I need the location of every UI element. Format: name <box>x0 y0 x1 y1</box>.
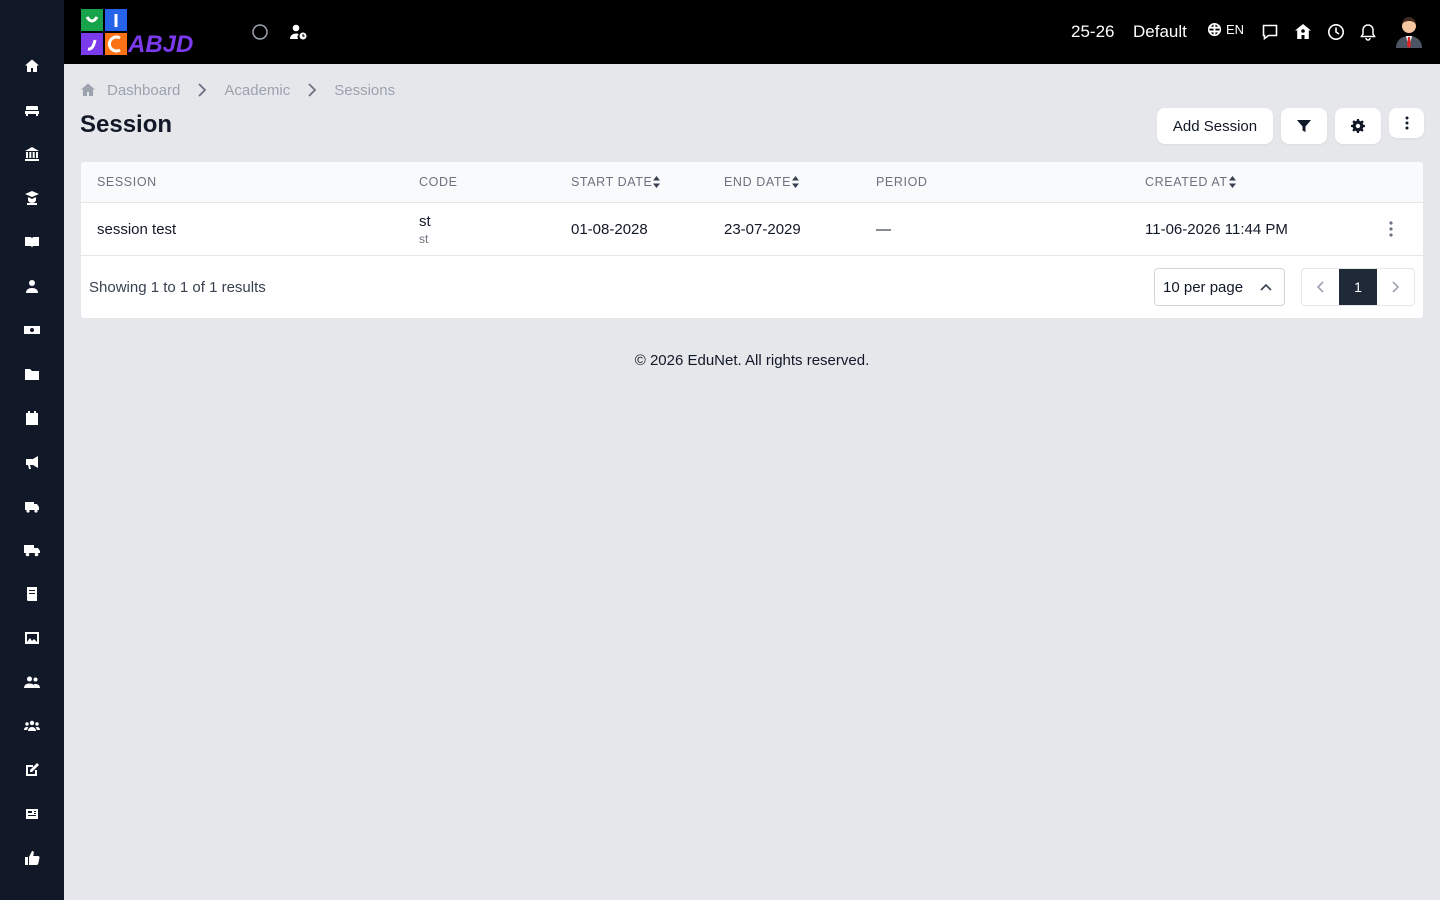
abjd-logo[interactable]: ABJD <box>81 8 224 58</box>
chevron-up-icon <box>1260 283 1272 291</box>
column-header-period: PERIOD <box>876 175 928 189</box>
svg-text:ABJD: ABJD <box>127 31 193 56</box>
cell-code-sub: st <box>419 232 429 246</box>
prev-page-button[interactable] <box>1302 269 1339 305</box>
breadcrumb: Dashboard Academic Sessions <box>80 80 395 100</box>
sort-icon[interactable] <box>653 176 661 188</box>
graduation-icon[interactable] <box>22 188 42 208</box>
column-header-start-date[interactable]: START DATE <box>571 175 661 189</box>
newspaper-icon[interactable] <box>22 804 42 824</box>
sort-icon[interactable] <box>1228 176 1236 188</box>
cell-end-date: 23-07-2029 <box>724 221 801 238</box>
breadcrumb-sessions: Sessions <box>334 81 396 99</box>
breadcrumb-academic[interactable]: Academic <box>224 82 290 99</box>
footer-copyright: © 2026 EduNet. All rights reserved. <box>634 352 870 369</box>
user-clock-icon[interactable] <box>286 20 310 44</box>
language-switcher[interactable]: EN <box>1207 22 1244 37</box>
gear-icon <box>1351 119 1365 133</box>
megaphone-icon[interactable] <box>22 452 42 472</box>
user-icon[interactable] <box>22 276 42 296</box>
thumbs-up-icon[interactable] <box>22 848 42 868</box>
filter-icon <box>1297 120 1311 132</box>
clock-icon[interactable] <box>1324 20 1348 44</box>
settings-button[interactable] <box>1335 108 1381 144</box>
truck-icon[interactable] <box>22 540 42 560</box>
users-icon[interactable] <box>22 672 42 692</box>
chat-icon[interactable] <box>1258 20 1282 44</box>
column-header-end-date-label: END DATE <box>724 175 792 189</box>
home-icon[interactable] <box>80 82 96 98</box>
page-number-button[interactable]: 1 <box>1339 269 1377 305</box>
profile-name-label[interactable]: Default <box>1133 22 1187 42</box>
per-page-select[interactable]: 10 per page <box>1154 268 1285 306</box>
sessions-table: SESSION CODE START DATE END DATE PERIOD … <box>80 161 1424 319</box>
home-icon[interactable] <box>22 56 42 76</box>
cell-period: — <box>876 221 891 238</box>
sofa-icon[interactable] <box>22 100 42 120</box>
column-header-session: SESSION <box>97 175 157 189</box>
image-icon[interactable] <box>22 628 42 648</box>
bank-icon[interactable] <box>22 144 42 164</box>
cell-code: st <box>419 213 431 230</box>
avatar[interactable] <box>1394 14 1424 48</box>
pagination: 1 <box>1301 268 1415 306</box>
book-icon[interactable] <box>22 584 42 604</box>
row-actions-button[interactable] <box>1382 220 1400 238</box>
filter-button[interactable] <box>1281 108 1327 144</box>
school-icon[interactable] <box>1291 20 1315 44</box>
chevron-right-icon <box>1392 281 1400 293</box>
kebab-icon <box>1389 221 1393 237</box>
cell-created-at: 11-06-2026 11:44 PM <box>1145 221 1288 238</box>
edit-icon[interactable] <box>22 760 42 780</box>
circle-icon[interactable] <box>248 20 272 44</box>
per-page-value: 10 per page <box>1163 278 1244 296</box>
breadcrumb-dashboard[interactable]: Dashboard <box>107 82 180 99</box>
results-summary: Showing 1 to 1 of 1 results <box>89 279 266 296</box>
globe-icon <box>1207 22 1222 37</box>
column-header-created-at-label: CREATED AT <box>1145 175 1228 189</box>
table-row[interactable]: session test st st 01-08-2028 23-07-2029… <box>81 203 1423 256</box>
calendar-icon[interactable] <box>22 408 42 428</box>
topbar: ABJD 25-26 Default EN <box>64 0 1440 64</box>
next-page-button[interactable] <box>1377 269 1414 305</box>
cell-start-date: 01-08-2028 <box>571 221 648 238</box>
column-header-created-at[interactable]: CREATED AT <box>1145 175 1236 189</box>
language-label: EN <box>1226 22 1245 37</box>
chevron-right-icon <box>198 83 207 97</box>
bus-icon[interactable] <box>22 496 42 516</box>
money-icon[interactable] <box>22 320 42 340</box>
cell-session: session test <box>97 221 177 238</box>
group-icon[interactable] <box>22 716 42 736</box>
page-title: Session <box>80 111 173 138</box>
session-year-label[interactable]: 25-26 <box>1071 22 1114 42</box>
folder-icon[interactable] <box>22 364 42 384</box>
sort-icon[interactable] <box>792 176 800 188</box>
column-header-start-date-label: START DATE <box>571 175 653 189</box>
kebab-icon <box>1405 116 1408 130</box>
column-header-end-date[interactable]: END DATE <box>724 175 800 189</box>
more-options-button[interactable] <box>1389 108 1424 138</box>
book-open-icon[interactable] <box>22 232 42 252</box>
chevron-right-icon <box>308 83 317 97</box>
column-header-code: CODE <box>419 175 458 189</box>
sidebar <box>0 0 64 900</box>
chevron-left-icon <box>1316 281 1324 293</box>
add-session-button[interactable]: Add Session <box>1157 108 1273 144</box>
bell-icon[interactable] <box>1356 20 1380 44</box>
table-header: SESSION CODE START DATE END DATE PERIOD … <box>81 162 1423 203</box>
